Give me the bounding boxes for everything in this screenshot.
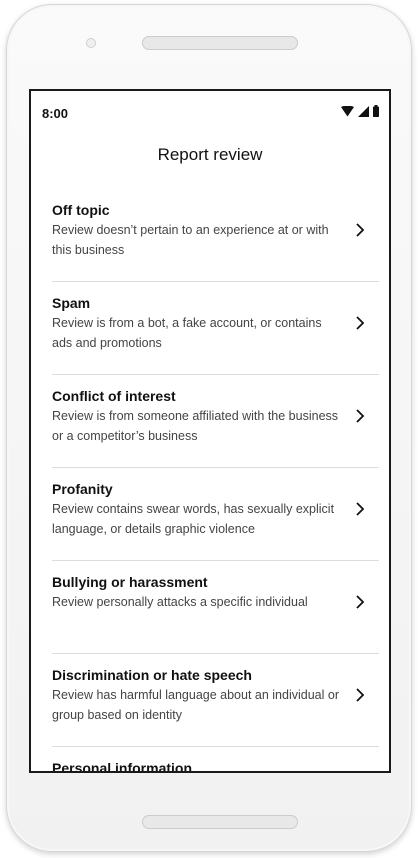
- reason-profanity[interactable]: Profanity Review contains swear words, h…: [52, 468, 379, 561]
- reason-description: Review is from someone affiliated with t…: [52, 409, 339, 443]
- reason-conflict-of-interest[interactable]: Conflict of interest Review is from some…: [52, 375, 379, 468]
- reason-title: Personal information: [52, 760, 193, 773]
- reason-description: Review personally attacks a specific ind…: [52, 595, 308, 609]
- wifi-icon: [341, 106, 354, 117]
- reason-bullying-or-harassment[interactable]: Bullying or harassment Review personally…: [52, 561, 379, 654]
- status-bar: 8:00: [31, 91, 389, 131]
- reason-title: Off topic: [52, 202, 110, 218]
- reason-spam[interactable]: Spam Review is from a bot, a fake accoun…: [52, 282, 379, 375]
- reason-discrimination-or-hate-speech[interactable]: Discrimination or hate speech Review has…: [52, 654, 379, 747]
- reason-description: Review contains swear words, has sexuall…: [52, 502, 335, 536]
- reason-title: Bullying or harassment: [52, 574, 208, 590]
- chevron-right-icon: [356, 595, 365, 609]
- reason-description: Review has harmful language about an ind…: [52, 688, 339, 722]
- status-time: 8:00: [42, 106, 69, 121]
- reason-title: Discrimination or hate speech: [52, 667, 252, 683]
- page-title: Report review: [157, 145, 263, 164]
- battery-icon: [373, 105, 379, 117]
- top-speaker: [142, 36, 298, 50]
- camera: [86, 38, 96, 48]
- phone-frame: 8:00 Report review Off topic Review does…: [6, 4, 412, 852]
- chevron-right-icon: [356, 502, 365, 516]
- reason-description: Review doesn’t pertain to an experience …: [52, 223, 329, 257]
- report-reason-list: Off topic Review doesn’t pertain to an e…: [31, 189, 389, 773]
- reason-off-topic[interactable]: Off topic Review doesn’t pertain to an e…: [52, 189, 379, 282]
- signal-icon: [358, 106, 369, 117]
- reason-title: Conflict of interest: [52, 388, 176, 404]
- status-icons: [341, 105, 379, 117]
- bottom-speaker: [142, 815, 298, 829]
- phone-screen: 8:00 Report review Off topic Review does…: [29, 89, 391, 773]
- reason-description: Review is from a bot, a fake account, or…: [52, 316, 322, 350]
- chevron-right-icon: [356, 223, 365, 237]
- reason-title: Profanity: [52, 481, 113, 497]
- reason-personal-information[interactable]: Personal information: [52, 747, 379, 773]
- chevron-right-icon: [356, 688, 365, 702]
- reason-title: Spam: [52, 295, 91, 311]
- chevron-right-icon: [356, 316, 365, 330]
- chevron-right-icon: [356, 409, 365, 423]
